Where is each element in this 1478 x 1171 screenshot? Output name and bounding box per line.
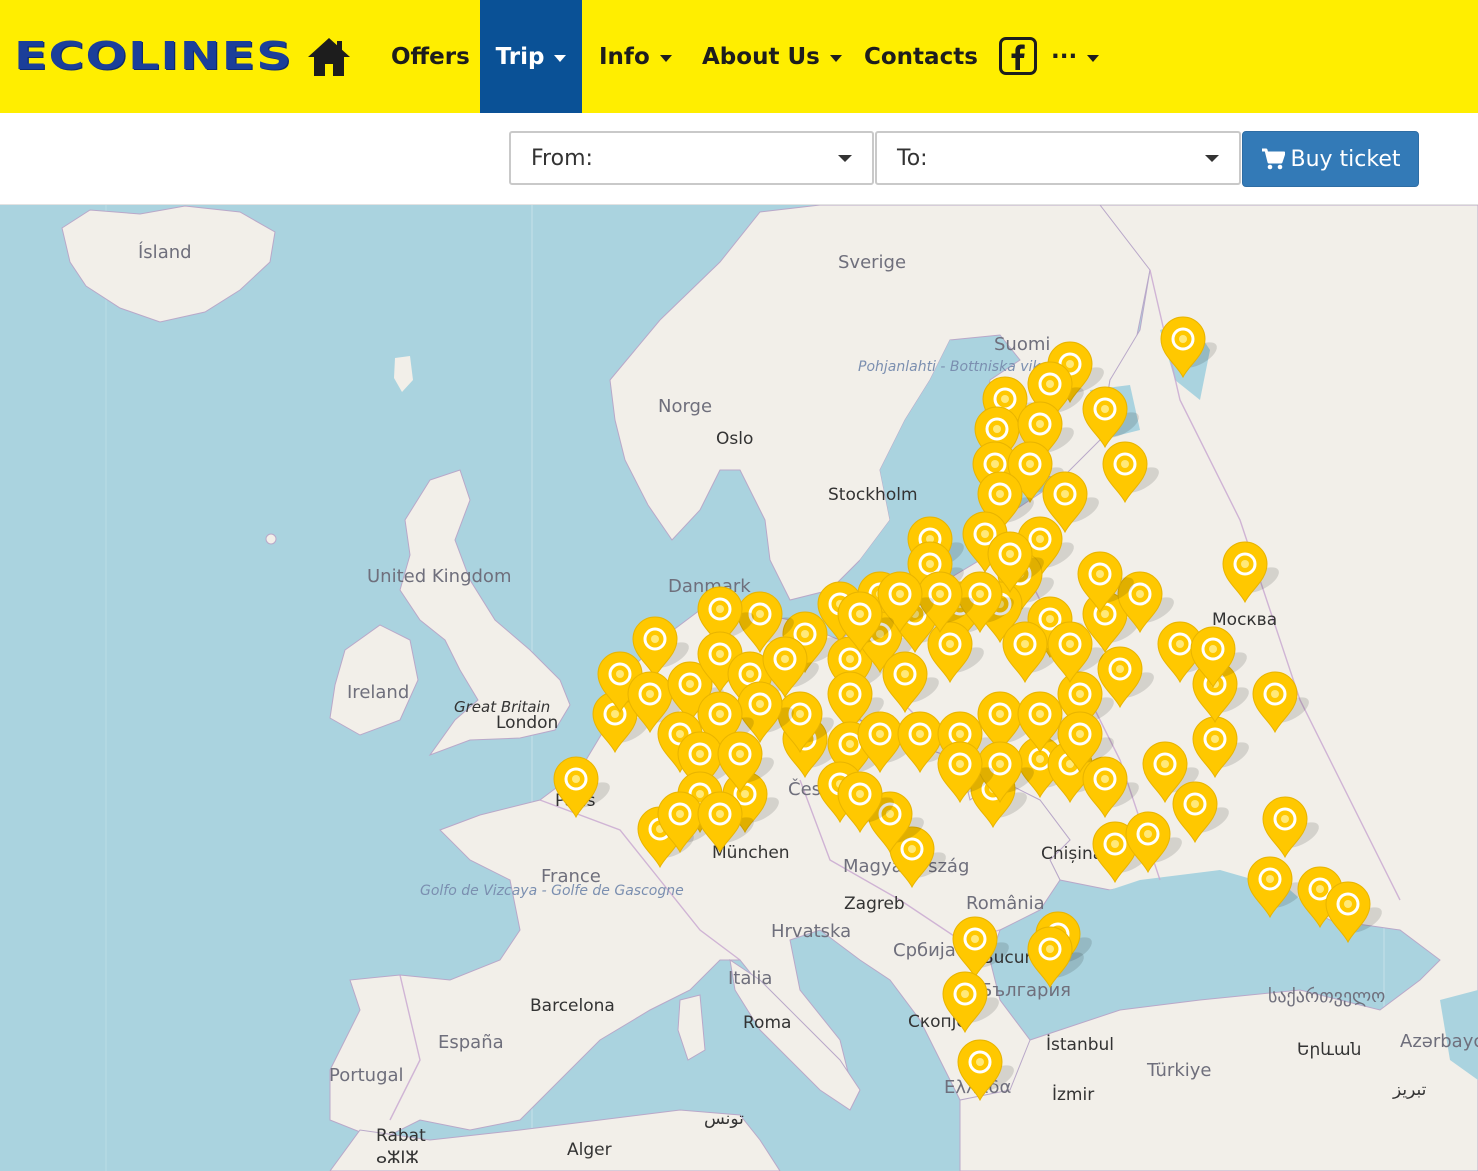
label-izmir: İzmir	[1052, 1084, 1094, 1105]
map-canvas: Ísland Sverige Suomi Norge United Kingdo…	[61, 205, 1478, 1171]
home-icon[interactable]	[306, 36, 352, 78]
from-select[interactable]: From:	[509, 131, 874, 185]
label-istanbul: İstanbul	[1046, 1034, 1114, 1055]
route-search-bar: From: To: Buy ticket	[0, 113, 1478, 205]
to-select-label: To:	[897, 145, 928, 171]
label-romania: România	[966, 893, 1045, 914]
buy-ticket-label: Buy ticket	[1290, 146, 1401, 172]
chevron-down-icon	[659, 54, 672, 62]
label-united-kingdom: United Kingdom	[367, 566, 511, 587]
label-tunis: تونس	[704, 1109, 744, 1129]
label-yerevan: Երևան	[1297, 1040, 1361, 1060]
buy-ticket-button[interactable]: Buy ticket	[1242, 131, 1419, 187]
nav-trip[interactable]: Trip	[480, 0, 582, 113]
label-rabat: Rabat	[376, 1126, 426, 1146]
facebook-icon[interactable]	[999, 37, 1037, 75]
chevron-down-icon	[829, 54, 842, 62]
nav-offers[interactable]: Offers	[391, 0, 470, 113]
label-azerbaijan: Azərbaycan	[1400, 1031, 1478, 1052]
nav-about-label: About Us	[702, 43, 820, 70]
nav-info-label: Info	[599, 43, 650, 70]
landmass-iceland	[61, 205, 276, 323]
label-barcelona: Barcelona	[530, 996, 615, 1016]
label-alger: Alger	[567, 1140, 612, 1160]
label-rabat-tifinagh: ⴰⵣⵏⵣ	[376, 1148, 419, 1168]
ecolines-logo[interactable]: ECOLINES	[14, 36, 291, 76]
nav-contacts-label: Contacts	[864, 43, 978, 70]
label-srbija: Србија	[893, 940, 956, 961]
shopping-cart-icon	[1261, 148, 1285, 170]
label-stockholm: Stockholm	[828, 485, 918, 505]
nav-contacts[interactable]: Contacts	[864, 0, 978, 113]
route-map[interactable]: Ísland Sverige Suomi Norge United Kingdo…	[0, 205, 1478, 1171]
nav-more[interactable]: ···	[1051, 0, 1100, 113]
label-tabriz: تبریز	[1392, 1080, 1427, 1100]
to-select[interactable]: To:	[875, 131, 1241, 185]
label-oslo: Oslo	[716, 429, 753, 449]
label-turkiye: Türkiye	[1146, 1060, 1212, 1081]
label-sakartvelo: საქართველო	[1268, 986, 1385, 1007]
nav-more-label: ···	[1051, 43, 1078, 70]
landmass-ireland	[329, 624, 419, 736]
top-navbar: ECOLINES Offers Trip Info About Us Conta…	[0, 0, 1478, 113]
label-bay-of-biscay: Golfo de Vizcaya - Golfe de Gascogne	[420, 883, 684, 899]
logo-text: ECOLINES	[14, 34, 293, 78]
label-island: Ísland	[138, 241, 192, 263]
dropdown-caret-icon	[838, 155, 852, 162]
label-gulf-of-bothnia: Pohjanlahti - Bottniska viken	[858, 359, 1058, 375]
label-roma: Roma	[743, 1013, 791, 1033]
label-italia: Italia	[728, 968, 772, 989]
nav-offers-label: Offers	[391, 43, 470, 70]
dropdown-caret-icon	[1205, 155, 1219, 162]
label-hrvatska: Hrvatska	[771, 921, 851, 942]
nav-info[interactable]: Info	[599, 0, 672, 113]
nav-about-us[interactable]: About Us	[702, 0, 842, 113]
label-espana: España	[438, 1032, 504, 1053]
label-portugal: Portugal	[329, 1065, 404, 1086]
chevron-down-icon	[554, 54, 567, 62]
label-moskva: Москва	[1212, 610, 1277, 630]
chevron-down-icon	[1087, 54, 1100, 62]
from-select-label: From:	[531, 145, 593, 171]
label-ireland: Ireland	[347, 682, 409, 703]
label-zagreb: Zagreb	[844, 894, 905, 914]
label-suomi: Suomi	[994, 334, 1050, 355]
label-sverige: Sverige	[838, 252, 906, 273]
label-london: London	[496, 713, 558, 733]
label-norge: Norge	[658, 396, 712, 417]
nav-trip-label: Trip	[495, 43, 545, 70]
